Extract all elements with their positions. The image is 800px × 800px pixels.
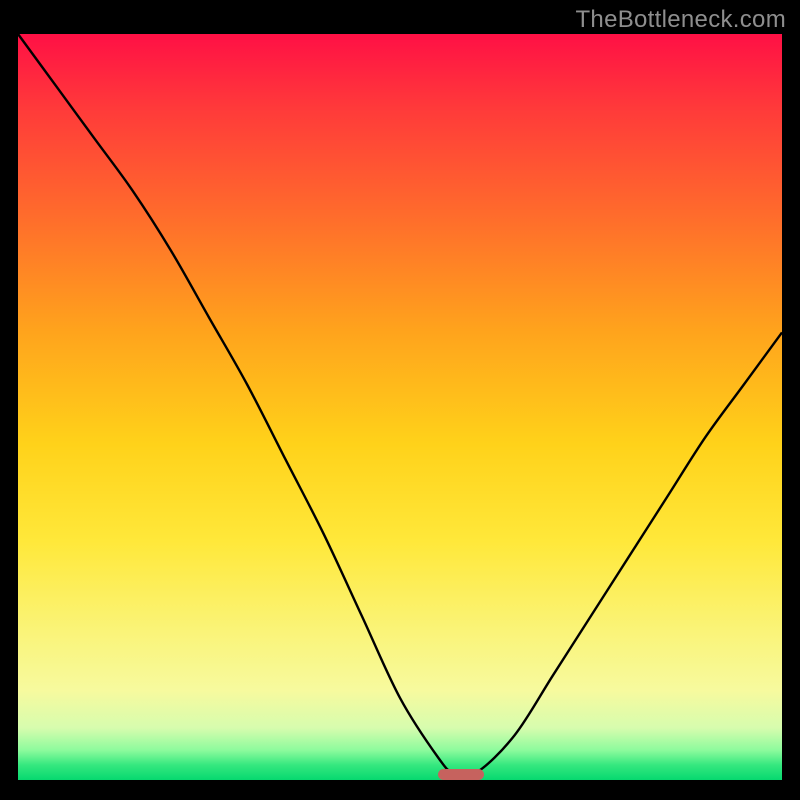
optimal-point-marker <box>438 769 484 780</box>
curve-path <box>18 34 782 776</box>
watermark-text: TheBottleneck.com <box>575 6 786 34</box>
chart-stage: TheBottleneck.com <box>0 0 800 800</box>
bottleneck-curve <box>0 0 800 800</box>
